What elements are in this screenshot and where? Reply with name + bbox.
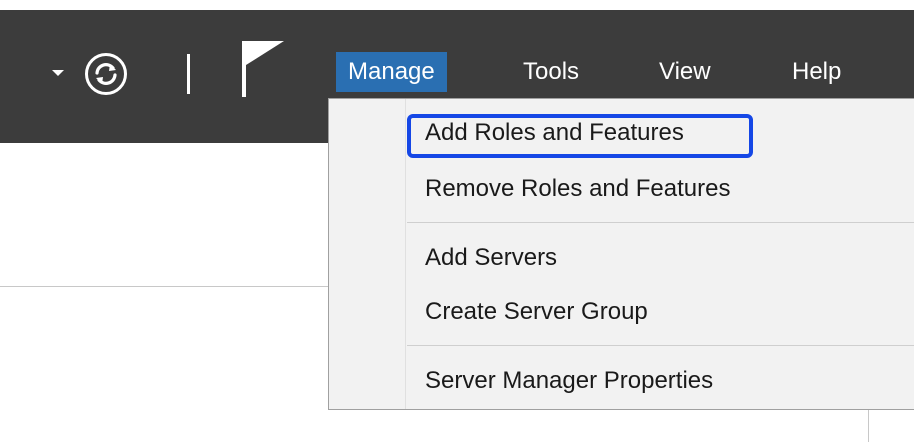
menu-manage[interactable]: Manage [336,52,447,92]
menu-item-add-servers[interactable]: Add Servers [425,244,557,272]
menu-item-add-roles-and-features[interactable]: Add Roles and Features [425,119,684,147]
right-pane-edge [868,410,914,442]
manage-dropdown-menu: Add Roles and Features Remove Roles and … [328,98,914,410]
menu-item-create-server-group[interactable]: Create Server Group [425,298,648,326]
menu-icon-gutter [405,99,406,409]
chevron-down-icon[interactable] [52,70,64,76]
content-divider [0,286,328,287]
server-manager-screen: Manage Tools View Help Add Roles and Fea… [0,0,914,442]
menu-help[interactable]: Help [780,52,853,92]
menu-tools[interactable]: Tools [511,52,591,92]
menu-item-server-manager-properties[interactable]: Server Manager Properties [425,367,713,395]
menu-view[interactable]: View [647,52,723,92]
menu-item-remove-roles-and-features[interactable]: Remove Roles and Features [425,175,730,203]
menu-separator [407,345,914,346]
refresh-icon[interactable] [84,52,128,96]
menu-separator [407,222,914,223]
notifications-flag-icon[interactable] [240,39,285,97]
toolbar-separator [187,54,190,94]
